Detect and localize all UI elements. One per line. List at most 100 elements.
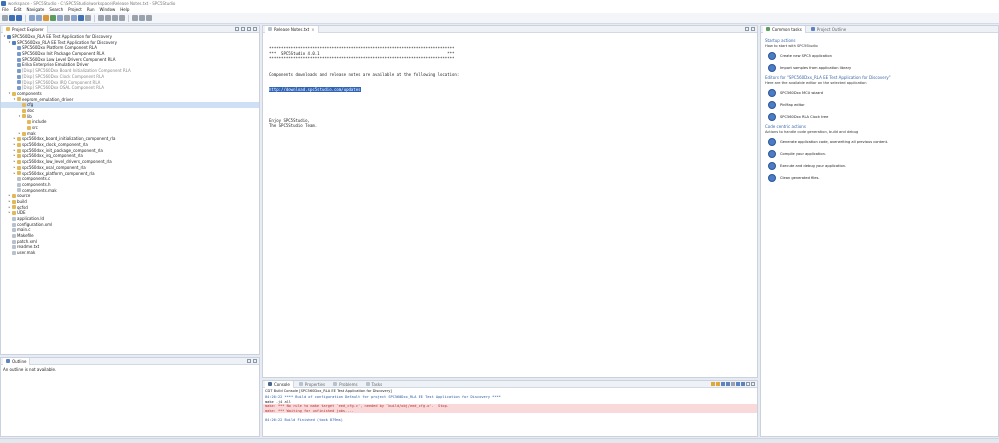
chevron-right-icon[interactable]: ▸: [8, 210, 11, 216]
task-icon: [768, 101, 776, 109]
search-icon[interactable]: [98, 15, 104, 21]
tree-item-label: user.mak: [17, 250, 36, 256]
link-editor-icon[interactable]: [241, 27, 245, 31]
project-outline-icon: [810, 27, 815, 31]
minimize-icon[interactable]: [745, 27, 749, 31]
tab-tasks[interactable]: Tasks: [363, 381, 386, 388]
editor-text-area[interactable]: ****************************************…: [263, 33, 757, 141]
chevron-down-icon[interactable]: ▾: [8, 91, 11, 97]
folder-icon: [6, 27, 10, 31]
download-link[interactable]: http://download.spc5studio.com/updates: [269, 86, 361, 92]
problems-icon: [333, 382, 338, 386]
task-item[interactable]: Generate application code, overwriting a…: [768, 138, 994, 146]
console-line: 04:26:22 Build Finished (took 879ms): [265, 417, 343, 422]
close-tab-icon[interactable]: ×: [311, 26, 314, 33]
minimize-icon[interactable]: [247, 359, 251, 363]
folder-icon: [17, 171, 21, 176]
task-item[interactable]: Compile your application.: [768, 150, 994, 158]
info-icon[interactable]: [78, 15, 84, 21]
task-item[interactable]: Create new SPC5 application: [768, 52, 994, 60]
view-controls: [235, 27, 257, 31]
pin-console-icon[interactable]: [716, 382, 720, 386]
open-console-icon[interactable]: [741, 382, 745, 386]
component-icon: [17, 80, 21, 85]
last-edit-icon[interactable]: [146, 15, 152, 21]
flash-icon[interactable]: [71, 15, 77, 21]
maximize-icon[interactable]: [253, 359, 257, 363]
task-icon: [768, 138, 776, 146]
toolbar-separator: [25, 14, 26, 22]
section-description: Actions to handle code generation, build…: [765, 130, 859, 134]
file-icon: [12, 222, 16, 227]
clean-icon[interactable]: [64, 15, 70, 21]
task-label: SPC560Dxx RLA Clock tree: [780, 115, 829, 119]
word-wrap-icon[interactable]: [731, 382, 735, 386]
task-item[interactable]: SPC560Dxx RLA Clock tree: [768, 113, 994, 121]
section-title[interactable]: Editors for "SPC560Dxx_RLA EE Test Appli…: [765, 75, 994, 80]
chevron-down-icon[interactable]: ▾: [8, 40, 11, 46]
tab-project-outline[interactable]: Project Outline: [808, 26, 849, 33]
file-icon: [12, 239, 16, 244]
annotation-icon[interactable]: [112, 15, 118, 21]
task-item[interactable]: PinMap editor: [768, 101, 994, 109]
maximize-icon[interactable]: [751, 382, 755, 386]
component-icon: [17, 86, 21, 91]
clear-console-icon[interactable]: [721, 382, 725, 386]
tab-problems[interactable]: Problems: [330, 381, 360, 388]
save-icon[interactable]: [9, 15, 15, 21]
debug-icon[interactable]: [57, 15, 63, 21]
chevron-down-icon[interactable]: ▾: [18, 114, 21, 120]
file-icon: [17, 188, 21, 193]
tab-console[interactable]: Console: [265, 380, 294, 388]
maximize-icon[interactable]: [253, 27, 257, 31]
section-title[interactable]: Startup actions: [765, 38, 994, 43]
forward-icon[interactable]: [139, 15, 145, 21]
settings-icon[interactable]: [85, 15, 91, 21]
tab-common-tasks[interactable]: Common tasks: [763, 25, 806, 33]
back-icon[interactable]: [132, 15, 138, 21]
new-file-icon[interactable]: [2, 15, 8, 21]
chevron-down-icon[interactable]: ▾: [3, 34, 6, 40]
minimize-icon[interactable]: [746, 382, 750, 386]
tab-outline[interactable]: Outline: [3, 357, 31, 365]
warning-icon[interactable]: [711, 382, 715, 386]
folder-icon: [22, 114, 26, 119]
folder-icon: [12, 211, 16, 216]
scroll-lock-icon[interactable]: [726, 382, 730, 386]
folder-icon: [22, 108, 26, 113]
tab-properties[interactable]: Properties: [296, 381, 328, 388]
save-all-icon[interactable]: [16, 15, 22, 21]
chevron-right-icon[interactable]: ▸: [13, 171, 16, 177]
folder-icon: [22, 103, 26, 108]
tree-item[interactable]: user.mak: [1, 250, 259, 256]
display-console-icon[interactable]: [736, 382, 740, 386]
project-explorer-header: Project Explorer: [1, 25, 259, 33]
folder-icon: [17, 159, 21, 164]
toggle-mark-icon[interactable]: [105, 15, 111, 21]
chevron-down-icon[interactable]: ▾: [13, 97, 16, 103]
generate-icon[interactable]: [36, 15, 42, 21]
build-icon[interactable]: [43, 15, 49, 21]
task-label: Create new SPC5 application: [780, 54, 832, 58]
common-tasks-list: Startup actions How to start with SPC5Stu…: [761, 33, 998, 184]
tab-project-explorer[interactable]: Project Explorer: [3, 25, 48, 33]
run-icon[interactable]: [50, 15, 56, 21]
task-item[interactable]: Clean generated files.: [768, 174, 994, 182]
spc5-wizard-icon[interactable]: [29, 15, 35, 21]
outline-panel: Outline An outline is not available.: [0, 357, 260, 437]
tab-release-notes[interactable]: Release Notes.txt ×: [265, 25, 319, 33]
section-title[interactable]: Code centric actions: [765, 124, 994, 129]
toolbar-separator: [94, 14, 95, 22]
window-title: workspace - SPC5Studio - C:\SPC5Studio\w…: [8, 1, 176, 6]
minimize-icon[interactable]: [247, 27, 251, 31]
chevron-right-icon[interactable]: ▸: [18, 131, 21, 137]
pin-icon[interactable]: [119, 15, 125, 21]
console-output[interactable]: 04:26:22 **** Build of configuration Def…: [263, 395, 757, 423]
folder-icon: [17, 148, 21, 153]
collapse-all-icon[interactable]: [235, 27, 239, 31]
folder-icon: [12, 205, 16, 210]
task-item[interactable]: SPC560Dxx MCU wizard: [768, 89, 994, 97]
task-item[interactable]: Import samples from application library: [768, 64, 994, 72]
task-item[interactable]: Execute and debug your application.: [768, 162, 994, 170]
maximize-icon[interactable]: [751, 27, 755, 31]
